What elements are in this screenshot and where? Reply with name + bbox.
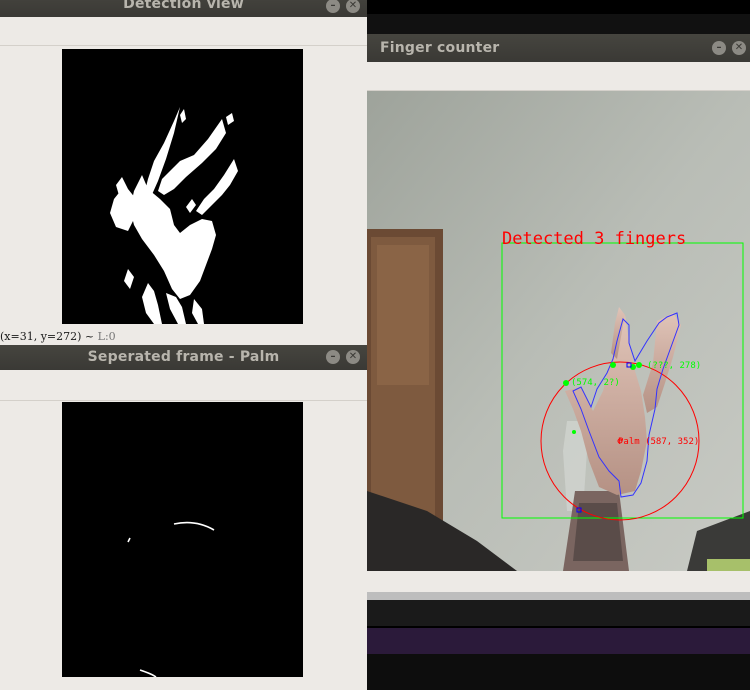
desktop-strip-gray: [367, 592, 750, 600]
desktop-strip-bottom: [367, 654, 750, 690]
detected-fingers-text: Detected 3 fingers: [502, 229, 686, 249]
finger-counter-titlebar[interactable]: Finger counter: [367, 34, 750, 62]
window-title: Detection view: [123, 0, 244, 12]
close-icon[interactable]: ✕: [346, 350, 360, 364]
detection-view-titlebar[interactable]: Detection view: [0, 0, 367, 17]
desktop-strip-top: [367, 0, 750, 14]
status-bar: (x=31, y=272) ~ L:0: [0, 330, 116, 345]
desktop-strip-mid: [367, 600, 750, 626]
palm-label: Palm (587, 352): [618, 437, 699, 447]
palm-frame-image: [62, 402, 303, 677]
toolbar-area: [0, 17, 367, 46]
binary-mask-image: [62, 49, 303, 324]
status-coords: (x=31, y=272) ~: [0, 330, 95, 343]
desktop-strip-dark: [367, 14, 750, 34]
camera-feed-image: Detected 3 fingers Palm (587, 352) (574,…: [367, 91, 750, 571]
minimize-icon[interactable]: –: [326, 350, 340, 364]
detection-view-window: Detection view – ✕ (x=31, y=272) ~ L:0: [0, 0, 367, 345]
window-title: Seperated frame - Palm: [87, 349, 280, 365]
status-extra: L:0: [97, 330, 116, 343]
toolbar-area: [367, 62, 750, 91]
desktop-strip-purple: [367, 628, 750, 654]
close-icon[interactable]: ✕: [732, 41, 746, 55]
finger-label-1: (574, 2?): [571, 378, 620, 388]
palm-frame-titlebar[interactable]: Seperated frame - Palm: [0, 345, 367, 370]
toolbar-area: [0, 370, 367, 401]
window-title: Finger counter: [380, 40, 500, 56]
finger-counter-window: Finger counter – ✕ Detected 3 fingers Pa…: [367, 34, 750, 592]
palm-frame-window: Seperated frame - Palm – ✕: [0, 345, 367, 690]
minimize-icon[interactable]: –: [712, 41, 726, 55]
finger-label-2: (???, 278): [647, 361, 701, 371]
